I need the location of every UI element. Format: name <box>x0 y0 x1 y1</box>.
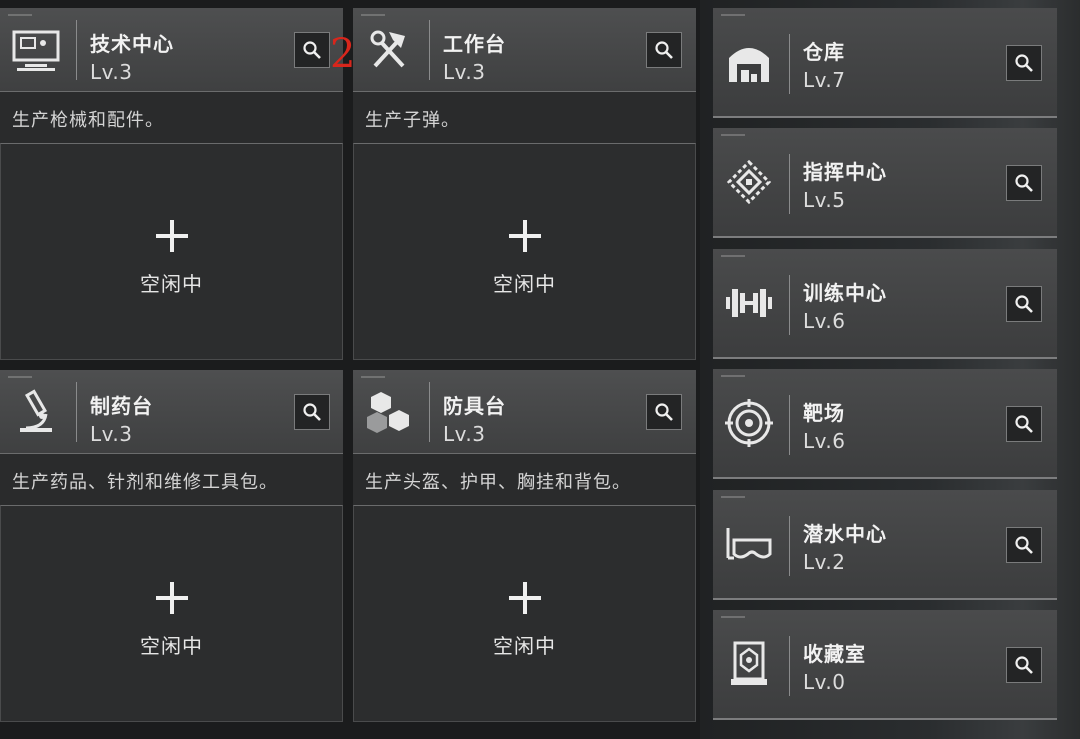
station-level: Lv.3 <box>443 422 486 446</box>
facility-title: 潜水中心 <box>803 522 887 546</box>
search-button[interactable] <box>1006 286 1042 322</box>
plus-icon <box>155 220 188 252</box>
annotation-marker: 2 <box>330 31 356 77</box>
search-icon <box>1015 174 1033 192</box>
station-level: Lv.3 <box>443 60 486 84</box>
hammer-wrench-icon <box>363 24 415 76</box>
idle-label: 空闲中 <box>140 272 203 296</box>
facility-title: 靶场 <box>803 401 845 425</box>
station-card-pharmacy: 制药台 Lv.3 生产药品、针剂和维修工具包。 空闲中 <box>0 370 343 722</box>
search-icon <box>1015 295 1033 313</box>
facility-level: Lv.0 <box>803 670 846 694</box>
warehouse-icon <box>723 36 775 88</box>
search-button[interactable] <box>294 32 330 68</box>
search-button[interactable] <box>1006 45 1042 81</box>
production-slot[interactable]: 空闲中 <box>353 143 696 360</box>
facility-title: 仓库 <box>803 40 845 64</box>
station-title: 技术中心 <box>90 32 174 56</box>
plus-icon <box>155 582 188 614</box>
search-icon <box>1015 536 1033 554</box>
search-button[interactable] <box>1006 647 1042 683</box>
station-card-tech-center: 技术中心 Lv.3 生产枪械和配件。 空闲中 <box>0 8 343 360</box>
station-description: 生产枪械和配件。 <box>12 110 164 131</box>
facility-level: Lv.6 <box>803 429 846 453</box>
station-header[interactable]: 技术中心 Lv.3 <box>0 8 343 92</box>
facility-title: 指挥中心 <box>803 160 887 184</box>
search-button[interactable] <box>646 32 682 68</box>
facility-card-shooting-range[interactable]: 靶场 Lv.6 <box>713 369 1057 479</box>
facility-card-diving-center[interactable]: 潜水中心 Lv.2 <box>713 490 1057 600</box>
facility-level: Lv.6 <box>803 309 846 333</box>
search-button[interactable] <box>1006 406 1042 442</box>
search-button[interactable] <box>646 394 682 430</box>
plus-icon <box>508 582 541 614</box>
facility-card-collection-room[interactable]: 收藏室 Lv.0 <box>713 610 1057 720</box>
idle-label: 空闲中 <box>493 634 556 658</box>
station-level: Lv.3 <box>90 60 133 84</box>
search-button[interactable] <box>1006 165 1042 201</box>
display-case-icon <box>723 638 775 690</box>
target-icon <box>723 397 775 449</box>
facility-title: 训练中心 <box>803 281 887 305</box>
station-description: 生产子弹。 <box>365 110 460 131</box>
search-icon <box>655 403 673 421</box>
station-card-armor: 防具台 Lv.3 生产头盔、护甲、胸挂和背包。 空闲中 <box>353 370 696 722</box>
search-button[interactable] <box>294 394 330 430</box>
facility-card-warehouse[interactable]: 仓库 Lv.7 <box>713 8 1057 118</box>
dumbbell-icon <box>723 277 775 329</box>
station-card-workbench: 工作台 Lv.3 生产子弹。 空闲中 <box>353 8 696 360</box>
facility-card-command-center[interactable]: 指挥中心 Lv.5 <box>713 128 1057 238</box>
search-icon <box>655 41 673 59</box>
station-title: 工作台 <box>443 32 506 56</box>
microscope-icon <box>10 386 62 438</box>
plus-icon <box>508 220 541 252</box>
station-description: 生产头盔、护甲、胸挂和背包。 <box>365 472 631 493</box>
search-icon <box>1015 656 1033 674</box>
station-description: 生产药品、针剂和维修工具包。 <box>12 472 278 493</box>
facility-card-training-center[interactable]: 训练中心 Lv.6 <box>713 249 1057 359</box>
cubes-icon <box>363 386 415 438</box>
facility-level: Lv.5 <box>803 188 846 212</box>
station-header[interactable]: 工作台 Lv.3 <box>353 8 696 92</box>
production-slot[interactable]: 空闲中 <box>0 143 343 360</box>
facility-level: Lv.7 <box>803 68 846 92</box>
search-icon <box>1015 54 1033 72</box>
idle-label: 空闲中 <box>493 272 556 296</box>
production-slot[interactable]: 空闲中 <box>353 505 696 722</box>
diving-mask-icon <box>723 518 775 570</box>
search-button[interactable] <box>1006 527 1042 563</box>
station-header[interactable]: 防具台 Lv.3 <box>353 370 696 454</box>
station-title: 制药台 <box>90 394 153 418</box>
search-icon <box>1015 415 1033 433</box>
station-level: Lv.3 <box>90 422 133 446</box>
facility-level: Lv.2 <box>803 550 846 574</box>
search-icon <box>303 403 321 421</box>
station-title: 防具台 <box>443 394 506 418</box>
production-slot[interactable]: 空闲中 <box>0 505 343 722</box>
facility-title: 收藏室 <box>803 642 866 666</box>
idle-label: 空闲中 <box>140 634 203 658</box>
station-header[interactable]: 制药台 Lv.3 <box>0 370 343 454</box>
command-chip-icon <box>723 156 775 208</box>
computer-icon <box>10 24 62 76</box>
search-icon <box>303 41 321 59</box>
